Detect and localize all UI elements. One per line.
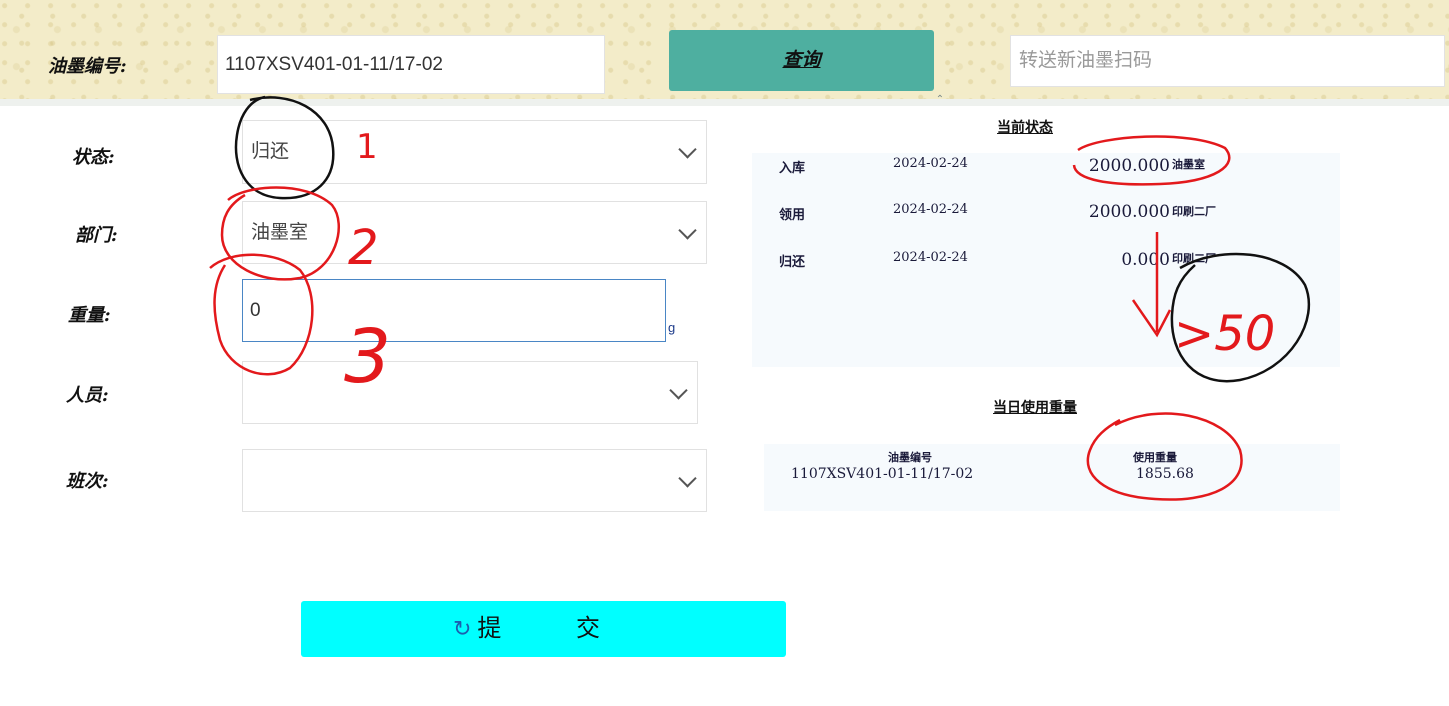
submit-label: 提 交 bbox=[477, 615, 635, 642]
shift-label: 班次: bbox=[66, 471, 109, 492]
chevron-down-icon bbox=[678, 220, 697, 240]
submit-button[interactable]: ↻ 提 交 bbox=[301, 601, 786, 657]
department-select[interactable]: 油墨室 bbox=[242, 201, 707, 264]
person-label: 人员: bbox=[66, 385, 109, 406]
status-row-dept: 印刷二厂 bbox=[1172, 205, 1216, 218]
daily-usage-panel: 油墨编号 使用重量 1107XSV401-01-11/17-02 1855.68 bbox=[764, 444, 1340, 511]
current-status-panel: 入库 2024-02-24 2000.000 油墨室 领用 2024-02-24… bbox=[752, 153, 1340, 367]
usage-col-weight: 使用重量 bbox=[1133, 451, 1177, 464]
status-row-weight: 0.000 bbox=[1121, 250, 1170, 270]
query-button[interactable]: 查询 bbox=[669, 30, 934, 91]
status-row-weight: 2000.000 bbox=[1088, 156, 1170, 176]
status-row-date: 2024-02-24 bbox=[893, 156, 968, 171]
department-select-value: 油墨室 bbox=[251, 222, 309, 243]
weight-unit: g bbox=[668, 320, 676, 335]
status-row-date: 2024-02-24 bbox=[893, 202, 968, 217]
scan-input[interactable]: 转送新油墨扫码 bbox=[1010, 35, 1445, 87]
department-label: 部门: bbox=[75, 225, 118, 246]
status-select[interactable]: 归还 bbox=[242, 120, 707, 184]
daily-usage-title: 当日使用重量 bbox=[993, 400, 1077, 416]
header-divider bbox=[0, 99, 1449, 106]
status-row-dept: 印刷二厂 bbox=[1172, 252, 1216, 265]
usage-code: 1107XSV401-01-11/17-02 bbox=[791, 466, 974, 482]
chevron-down-icon bbox=[678, 468, 697, 488]
status-select-value: 归还 bbox=[251, 141, 290, 162]
status-row-date: 2024-02-24 bbox=[893, 250, 968, 265]
usage-weight: 1855.68 bbox=[1136, 466, 1194, 482]
usage-col-code: 油墨编号 bbox=[888, 451, 932, 464]
status-row-action: 领用 bbox=[779, 208, 806, 223]
refresh-icon: ↻ bbox=[452, 616, 472, 641]
status-row-dept: 油墨室 bbox=[1172, 158, 1205, 171]
status-label: 状态: bbox=[72, 147, 115, 168]
status-row-action: 入库 bbox=[779, 161, 806, 176]
status-row-action: 归还 bbox=[779, 255, 806, 270]
chevron-down-icon bbox=[669, 380, 688, 400]
collapse-icon[interactable]: ⌃ bbox=[933, 94, 947, 106]
person-select[interactable] bbox=[242, 361, 698, 424]
weight-label: 重量: bbox=[68, 305, 111, 326]
ink-code-input[interactable]: 1107XSV401-01-11/17-02 bbox=[217, 35, 605, 94]
weight-input[interactable]: 0 bbox=[242, 279, 666, 342]
current-status-title: 当前状态 bbox=[997, 120, 1053, 136]
chevron-down-icon bbox=[678, 140, 697, 159]
shift-select[interactable] bbox=[242, 449, 707, 512]
status-row-weight: 2000.000 bbox=[1088, 202, 1170, 222]
ink-code-label: 油墨编号: bbox=[48, 56, 127, 77]
